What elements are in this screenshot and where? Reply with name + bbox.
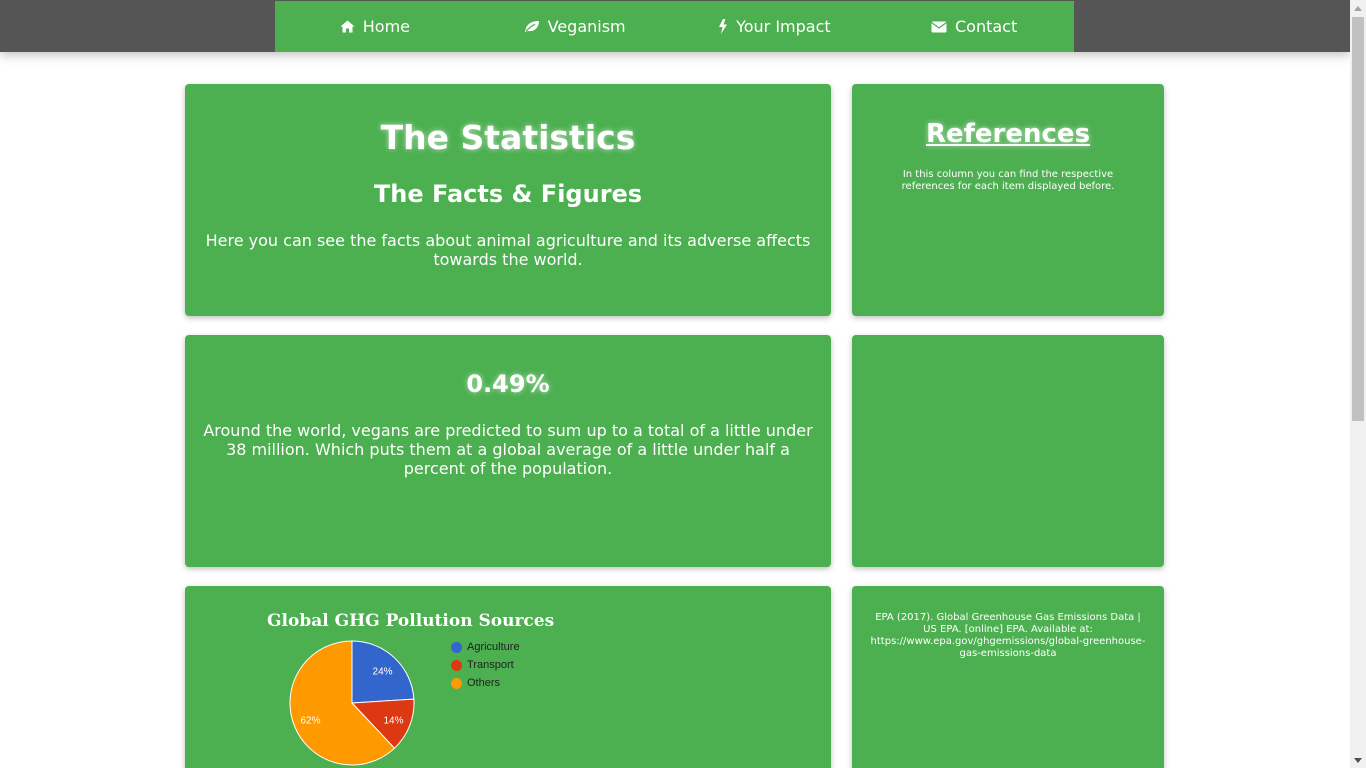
legend-item-agriculture: Agriculture [451,638,520,656]
pie-chart: 24% 14% 62% [289,640,415,766]
nav-veganism-label: Veganism [547,17,626,36]
page-title: The Statistics [380,118,636,157]
epa-reference-text: EPA (2017). Global Greenhouse Gas Emissi… [870,612,1146,659]
intro-text: Here you can see the facts about animal … [205,231,811,269]
nav-your-impact-label: Your Impact [736,17,831,36]
statistics-card: The Statistics The Facts & Figures Here … [185,84,831,316]
leaf-icon [524,20,540,33]
legend-label-transport: Transport [467,659,514,671]
top-bar: Home Veganism Your Impact Contact [0,0,1350,52]
slice-label-others: 62% [300,715,320,726]
epa-reference-card: EPA (2017). Global Greenhouse Gas Emissi… [852,586,1164,768]
slice-label-agriculture: 24% [373,666,393,677]
envelope-icon [931,21,947,33]
vegan-description: Around the world, vegans are predicted t… [203,421,813,478]
chart-title: Global GHG Pollution Sources [267,611,555,631]
references-title: References [925,119,1091,149]
vegan-population-card: 0.49% Around the world, vegans are predi… [185,335,831,567]
scroll-down-icon[interactable] [1350,752,1366,768]
nav-your-impact[interactable]: Your Impact [675,1,875,52]
legend-label-others: Others [467,677,501,689]
legend-item-others: Others [451,674,520,692]
legend-swatch-agriculture [451,641,462,653]
nav-home[interactable]: Home [275,1,475,52]
scrollbar-thumb[interactable] [1352,17,1364,421]
vegan-percentage: 0.49% [466,370,550,398]
nav-veganism[interactable]: Veganism [475,1,675,52]
main-nav: Home Veganism Your Impact Contact [275,1,1074,52]
vertical-scrollbar[interactable] [1350,0,1366,768]
vegan-reference-card [852,335,1164,567]
legend-swatch-others [451,677,462,689]
scroll-up-icon[interactable] [1350,0,1366,16]
home-icon [340,20,355,33]
page: Home Veganism Your Impact Contact The St… [0,0,1366,768]
legend-label-agriculture: Agriculture [467,641,520,653]
references-card: References In this column you can find t… [852,84,1164,316]
page-subtitle: The Facts & Figures [373,180,643,208]
legend-item-transport: Transport [451,656,520,674]
chart-legend: Agriculture Transport Others [451,638,520,692]
slice-label-transport: 14% [383,715,403,726]
references-description: In this column you can find the respecti… [901,169,1115,192]
legend-swatch-transport [451,659,462,671]
bolt-icon [718,19,728,34]
nav-contact[interactable]: Contact [874,1,1074,52]
nav-contact-label: Contact [955,17,1018,36]
ghg-chart-card: Global GHG Pollution Sources 24% 14% 62% A… [185,586,831,768]
nav-home-label: Home [362,17,410,36]
